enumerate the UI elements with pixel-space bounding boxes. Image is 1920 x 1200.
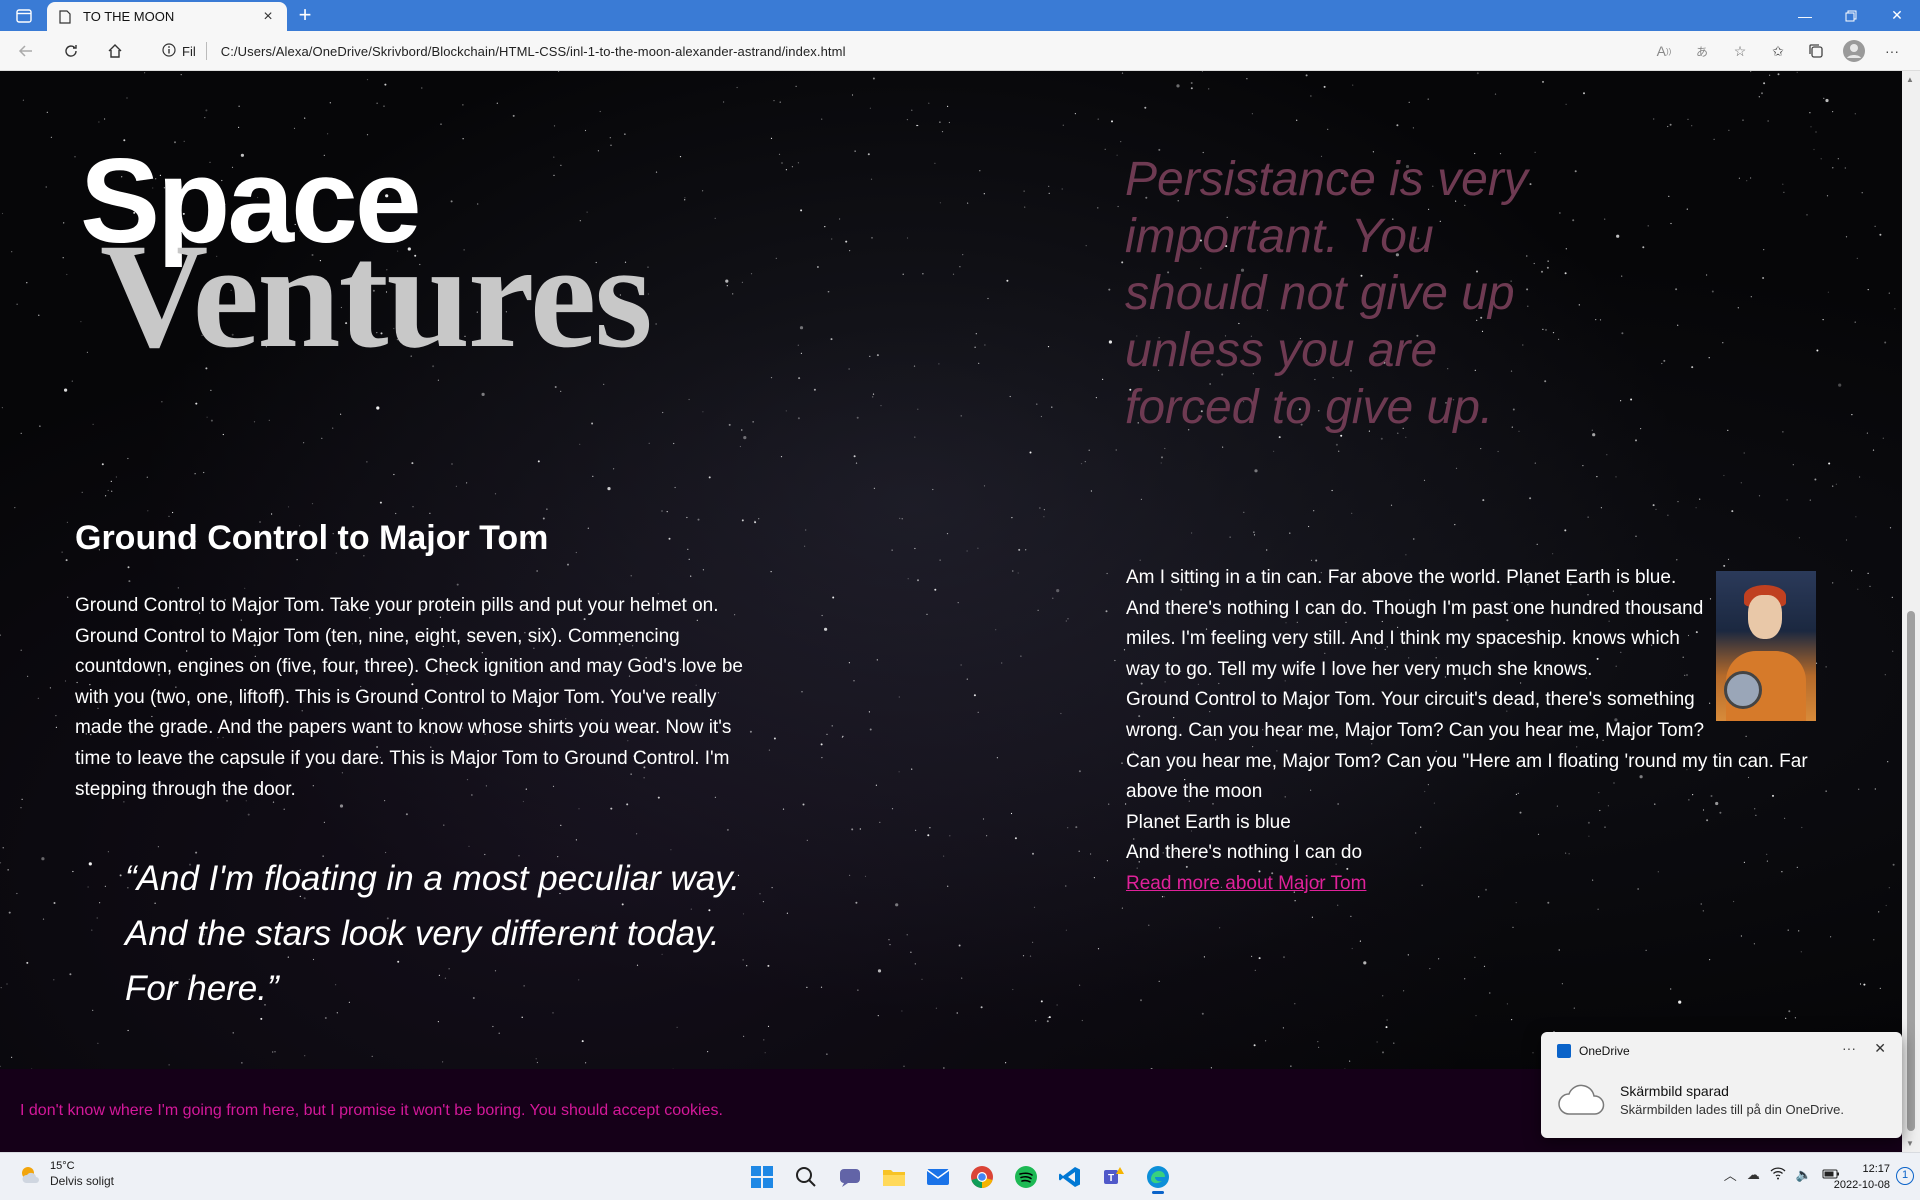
logo-ventures-text: Ventures [100, 213, 653, 379]
toast-title: Skärmbild sparad [1620, 1083, 1729, 1099]
scroll-down-icon[interactable]: ▼ [1906, 1139, 1914, 1148]
browser-tab[interactable]: TO THE MOON × [47, 2, 287, 31]
tray-overflow-icon[interactable]: ︿ [1724, 1165, 1737, 1184]
astronaut-image [1716, 571, 1816, 721]
taskbar-clock[interactable]: 12:17 2022-10-08 [1834, 1161, 1890, 1193]
section-heading: Ground Control to Major Tom [75, 519, 549, 557]
cloud-icon [1558, 1084, 1605, 1115]
page-icon [57, 9, 73, 25]
teams-icon[interactable]: T [1096, 1159, 1132, 1195]
volume-icon[interactable]: 🔈 [1796, 1167, 1812, 1183]
info-icon [162, 42, 176, 60]
taskbar: 15°C Delvis soligt T ︿ ☁ 🔈 12:17 2022-10… [0, 1152, 1920, 1200]
site-info-button[interactable]: Fil [150, 42, 207, 60]
toast-app-name: OneDrive [1579, 1044, 1630, 1058]
edge-icon[interactable] [1140, 1159, 1176, 1195]
browser-titlebar: TO THE MOON × + — ✕ [0, 0, 1920, 31]
new-tab-button[interactable]: + [294, 4, 316, 27]
restore-button[interactable] [1828, 0, 1874, 31]
section-body: Ground Control to Major Tom. Take your p… [75, 595, 743, 800]
mail-icon[interactable] [920, 1159, 956, 1195]
pull-quote: “And I'm floating in a most peculiar way… [125, 859, 740, 1008]
read-aloud-icon[interactable]: A)) [1650, 37, 1678, 65]
refresh-icon[interactable] [57, 37, 85, 65]
lyrics-line-4: And there's nothing I can do [1126, 842, 1363, 864]
window-controls: — ✕ [1782, 0, 1920, 31]
file-explorer-icon[interactable] [876, 1159, 912, 1195]
cookie-banner-text: I don't know where I'm going from here, … [20, 1101, 723, 1119]
onedrive-toast[interactable]: OneDrive ··· ✕ Skärmbild sparad Skärmbil… [1541, 1032, 1902, 1138]
minimize-button[interactable]: — [1782, 0, 1828, 31]
home-icon[interactable] [101, 37, 129, 65]
tab-title: TO THE MOON [83, 9, 175, 24]
weather-description: Delvis soligt [50, 1174, 115, 1188]
scroll-thumb[interactable] [1907, 611, 1915, 1131]
spotify-icon[interactable] [1008, 1159, 1044, 1195]
onedrive-app-icon [1557, 1044, 1571, 1058]
profile-icon[interactable] [1840, 37, 1868, 65]
wifi-icon[interactable] [1770, 1166, 1786, 1183]
toast-more-icon[interactable]: ··· [1842, 1040, 1856, 1056]
toast-app-header: OneDrive [1557, 1044, 1630, 1058]
persistence-quote: Persistance is very important. You shoul… [1125, 153, 1528, 434]
translate-icon[interactable]: あ [1688, 37, 1716, 65]
clock-date: 2022-10-08 [1833, 1179, 1890, 1191]
partly-sunny-icon [22, 1166, 39, 1183]
svg-text:T: T [1108, 1173, 1114, 1184]
page-viewport: Space Ventures Persistance is very impor… [0, 71, 1902, 1152]
favorites-icon[interactable]: ✩ [1764, 37, 1792, 65]
toast-message: Skärmbilden lades till på din OneDrive. [1620, 1102, 1844, 1117]
back-icon[interactable] [12, 37, 40, 65]
collections-icon[interactable] [1802, 37, 1830, 65]
close-tab-icon[interactable]: × [259, 8, 277, 26]
start-icon[interactable] [744, 1159, 780, 1195]
onedrive-tray-icon[interactable]: ☁ [1747, 1167, 1760, 1183]
vscode-icon[interactable] [1052, 1159, 1088, 1195]
taskbar-apps: T [744, 1159, 1176, 1195]
search-icon[interactable] [788, 1159, 824, 1195]
notification-badge[interactable]: 1 [1896, 1167, 1914, 1185]
lyrics-line-3: Planet Earth is blue [1126, 811, 1291, 833]
clock-time: 12:17 [1862, 1163, 1890, 1175]
toast-close-icon[interactable]: ✕ [1874, 1040, 1886, 1057]
weather-temperature: 15°C [50, 1160, 75, 1172]
more-icon[interactable]: ··· [1878, 37, 1906, 65]
weather-widget[interactable]: 15°C Delvis soligt [18, 1160, 114, 1189]
address-bar[interactable]: Fil C:/Users/Alexa/OneDrive/Skrivbord/Bl… [150, 36, 1390, 66]
url-text[interactable]: C:/Users/Alexa/OneDrive/Skrivbord/Blockc… [207, 44, 846, 59]
toolbar-actions: A)) あ ☆ ✩ ··· [1650, 37, 1906, 65]
browser-toolbar: Fil C:/Users/Alexa/OneDrive/Skrivbord/Bl… [0, 31, 1920, 71]
favorite-add-icon[interactable]: ☆ [1726, 37, 1754, 65]
system-tray: ︿ ☁ 🔈 [1724, 1165, 1840, 1184]
read-more-link[interactable]: Read more about Major Tom [1126, 869, 1826, 900]
tab-actions-icon[interactable] [10, 6, 38, 26]
page-scrollbar[interactable]: ▲ ▼ [1902, 71, 1920, 1152]
teams-chat-icon[interactable] [832, 1159, 868, 1195]
close-window-button[interactable]: ✕ [1874, 0, 1920, 31]
site-info-label: Fil [182, 43, 196, 59]
scroll-up-icon[interactable]: ▲ [1906, 75, 1914, 84]
lyrics-block: Am I sitting in a tin can. Far above the… [1126, 563, 1826, 900]
chrome-icon[interactable] [964, 1159, 1000, 1195]
